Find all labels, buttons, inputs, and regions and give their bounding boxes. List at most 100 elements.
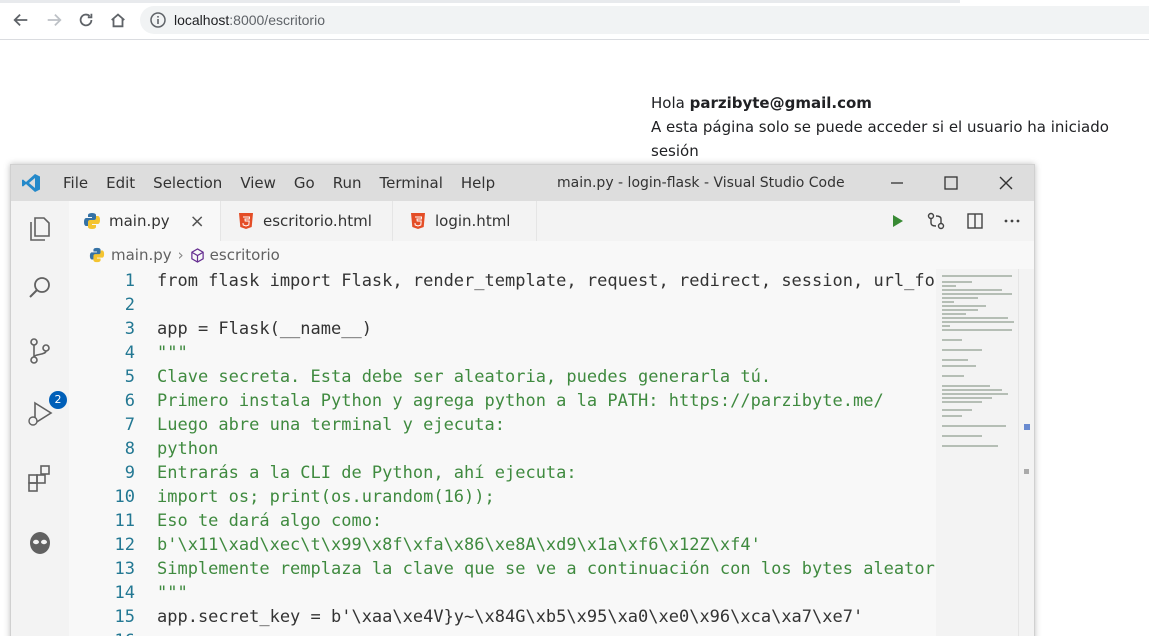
tab-label: main.py	[109, 212, 170, 230]
window-title: main.py - login-flask - Visual Studio Co…	[557, 175, 845, 191]
source-control-icon[interactable]	[25, 336, 55, 366]
menu-view[interactable]: View	[240, 174, 276, 192]
home-button[interactable]	[107, 9, 129, 31]
address-bar[interactable]: localhost:8000/escritorio	[140, 6, 1149, 34]
code-text: app = Flask(__name__)	[157, 319, 372, 339]
breadcrumb-separator: ›	[177, 246, 184, 264]
menu-selection[interactable]: Selection	[153, 174, 222, 192]
breadcrumb-file[interactable]: main.py	[111, 246, 172, 264]
code-text: b'\x11\xad\xec\t\x99\x8f\xfa\x86\xe8A\xd…	[157, 535, 761, 555]
html-file-icon	[411, 213, 425, 229]
url-text: localhost:8000/escritorio	[174, 12, 325, 28]
code-text: python	[157, 439, 219, 459]
line-number: 16	[99, 629, 135, 636]
code-line: 3 app = Flask(__name__)	[69, 317, 936, 341]
html-file-icon	[239, 213, 253, 229]
code-line: 2	[69, 293, 936, 317]
scroll-marker	[1024, 424, 1030, 430]
line-number: 11	[114, 511, 135, 531]
code-text: Entrarás a la CLI de Python, ahí ejecuta…	[157, 463, 577, 483]
line-number: 3	[124, 319, 135, 339]
minimize-icon[interactable]	[887, 173, 907, 193]
editor-tabs: main.py × escritorio.html login.html	[69, 201, 1034, 241]
tab-escritorio-html[interactable]: escritorio.html	[221, 201, 393, 241]
line-number: 1	[124, 271, 135, 291]
line-number: 8	[124, 439, 135, 459]
vertical-scrollbar[interactable]	[1018, 269, 1034, 636]
activity-bar: 2	[11, 201, 69, 636]
code-line: 12 b'\x11\xad\xec\t\x99\x8f\xfa\x86\xe8A\…	[69, 533, 936, 557]
code-text: """	[157, 583, 188, 603]
code-line: 11 Eso te dará algo como:	[69, 509, 936, 533]
code-line: 14 """	[69, 581, 936, 605]
url-path: :8000/escritorio	[229, 12, 325, 28]
line-number: 7	[124, 415, 135, 435]
title-bar: File Edit Selection View Go Run Terminal…	[11, 165, 1034, 201]
run-file-icon[interactable]	[887, 211, 907, 231]
split-editor-icon[interactable]	[965, 211, 985, 231]
code-line: 10 import os; print(os.urandom(16));	[69, 485, 936, 509]
forward-button[interactable]	[43, 9, 65, 31]
minimap[interactable]	[936, 269, 1018, 636]
python-file-icon	[89, 247, 105, 263]
run-debug-icon[interactable]	[25, 399, 55, 429]
python-file-icon	[84, 213, 100, 229]
line-number: 2	[124, 295, 135, 315]
extensions-icon[interactable]	[25, 463, 55, 493]
scroll-marker	[1024, 469, 1029, 474]
access-message: A esta página solo se puede acceder si e…	[651, 118, 1109, 160]
line-number: 15	[114, 607, 135, 627]
code-line: 1 from flask import Flask, render_templat…	[69, 269, 936, 293]
code-text: app.secret_key = b'\xaa\xe4V}y~\x84G\xb5…	[157, 607, 864, 627]
line-number: 9	[124, 463, 135, 483]
explorer-icon[interactable]	[25, 213, 55, 243]
line-number: 4	[124, 343, 135, 363]
reload-button[interactable]	[75, 9, 97, 31]
alien-extension-icon[interactable]	[25, 527, 55, 557]
breadcrumb: main.py › escritorio	[69, 241, 1034, 269]
home-icon	[111, 13, 125, 28]
vscode-logo-icon	[22, 174, 40, 192]
code-line: 13 Simplemente remplaza la clave que se v…	[69, 557, 936, 581]
tab-login-html[interactable]: login.html	[393, 201, 537, 241]
maximize-icon[interactable]	[941, 173, 961, 193]
close-window-icon[interactable]	[996, 173, 1016, 193]
code-editor[interactable]: 1 from flask import Flask, render_templat…	[69, 269, 936, 636]
line-number: 10	[114, 487, 135, 507]
tab-main-py[interactable]: main.py ×	[69, 201, 221, 241]
menu-run[interactable]: Run	[333, 174, 362, 192]
code-text: from flask import Flask, render_template…	[157, 271, 936, 291]
line-number: 6	[124, 391, 135, 411]
line-number: 13	[114, 559, 135, 579]
menu-edit[interactable]: Edit	[106, 174, 135, 192]
code-line: 8 python	[69, 437, 936, 461]
code-text: Luego abre una terminal y ejecuta:	[157, 415, 505, 435]
code-text: """	[157, 343, 188, 363]
menu-file[interactable]: File	[63, 174, 88, 192]
menu-help[interactable]: Help	[461, 174, 495, 192]
more-actions-icon[interactable]	[1002, 211, 1022, 231]
line-number: 5	[124, 367, 135, 387]
greeting-prefix: Hola	[651, 94, 685, 112]
tab-label: escritorio.html	[263, 212, 372, 230]
browser-toolbar: localhost:8000/escritorio	[0, 0, 1149, 40]
close-tab-icon[interactable]: ×	[190, 211, 205, 232]
compare-changes-icon[interactable]	[926, 211, 946, 231]
code-line: 4 """	[69, 341, 936, 365]
symbol-method-icon	[190, 247, 204, 263]
search-icon[interactable]	[25, 273, 55, 303]
code-line: 5 Clave secreta. Esta debe ser aleatoria,…	[69, 365, 936, 389]
vscode-window: File Edit Selection View Go Run Terminal…	[10, 164, 1035, 636]
code-text: Clave secreta. Esta debe ser aleatoria, …	[157, 367, 772, 387]
line-number: 12	[114, 535, 135, 555]
arrow-left-icon	[13, 13, 28, 27]
menu-go[interactable]: Go	[294, 174, 315, 192]
back-button[interactable]	[10, 9, 32, 31]
breadcrumb-symbol[interactable]: escritorio	[210, 246, 280, 264]
code-line: 16	[69, 629, 936, 636]
info-icon[interactable]	[150, 12, 166, 28]
menu-terminal[interactable]: Terminal	[380, 174, 443, 192]
greeting-line: Hola parzibyte@gmail.com	[651, 91, 1149, 115]
code-text: Eso te dará algo como:	[157, 511, 383, 531]
code-line: 6 Primero instala Python y agrega python …	[69, 389, 936, 413]
